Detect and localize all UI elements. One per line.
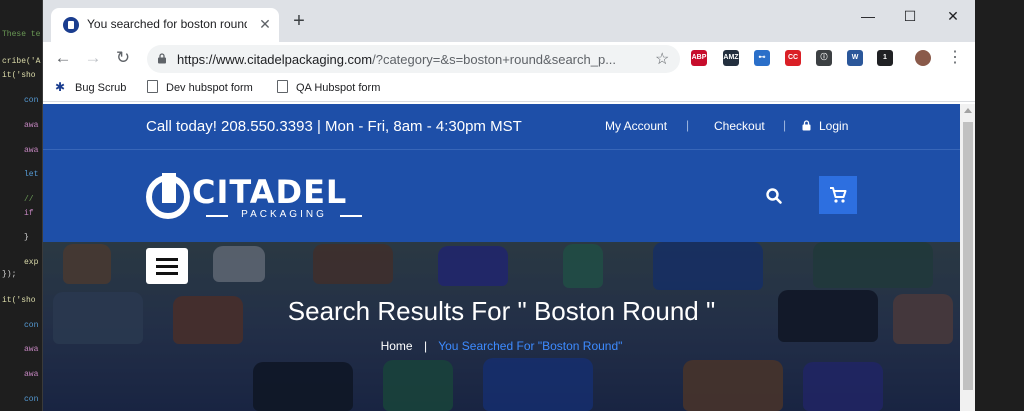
code-line: }: [24, 233, 29, 242]
browser-window: You searched for boston round - ✕ + — ☐ …: [42, 0, 975, 411]
citadel-tower-emblem-icon: [146, 173, 190, 219]
search-icon[interactable]: [765, 187, 783, 205]
citadel-favicon-icon: [63, 17, 79, 33]
info-icon[interactable]: ⓘ: [816, 50, 832, 66]
bug-icon: ✱: [55, 80, 66, 94]
tab-strip: You searched for boston round - ✕ + — ☐ …: [43, 0, 975, 42]
cart-button[interactable]: [819, 176, 857, 214]
code-line: cribe('A: [2, 57, 41, 66]
code-line: con: [24, 395, 39, 404]
url-text: https://www.citadelpackaging.com/?catego…: [177, 52, 637, 67]
code-line: awa: [24, 146, 39, 155]
hamburger-line: [156, 265, 178, 268]
profile-avatar[interactable]: [915, 50, 931, 66]
code-editor-background: These te cribe('A it('sho con awa awa let // if}…: [0, 0, 42, 411]
camera-badge-icon[interactable]: 1: [877, 50, 893, 66]
code-line: con: [24, 321, 39, 330]
minimize-button[interactable]: —: [858, 6, 878, 26]
code-line: let: [24, 170, 39, 179]
my-account-link[interactable]: My Account: [605, 119, 667, 133]
site-header: CITADEL PACKAGING: [43, 151, 960, 242]
address-bar[interactable]: https://www.citadelpackaging.com/?catego…: [147, 45, 680, 73]
bookmark-dev-hubspot[interactable]: Dev hubspot form: [147, 80, 253, 94]
site-top-bar: Call today! 208.550.3393 | Mon - Fri, 8a…: [43, 104, 960, 150]
hamburger-line: [156, 258, 178, 261]
bookmark-label: QA Hubspot form: [296, 82, 381, 94]
page-icon: [147, 80, 158, 93]
login-lock-icon: [802, 120, 811, 131]
back-button[interactable]: ←: [53, 48, 73, 68]
page-scrollbar[interactable]: [960, 104, 975, 411]
logo-wordmark: CITADEL: [192, 173, 348, 211]
hero-banner: Search Results For " Boston Round " Home…: [43, 242, 960, 411]
web-page: Call today! 208.550.3393 | Mon - Fri, 8a…: [43, 104, 960, 411]
hamburger-line: [156, 272, 178, 275]
code-line: awa: [24, 370, 39, 379]
tab-close-icon[interactable]: ✕: [257, 16, 273, 32]
bookmark-label: Dev hubspot form: [166, 82, 253, 94]
code-line: });: [2, 270, 17, 279]
breadcrumb-home-link[interactable]: Home: [381, 339, 413, 353]
reload-button[interactable]: ↻: [113, 48, 133, 68]
checkout-link[interactable]: Checkout: [714, 119, 765, 133]
login-link[interactable]: Login: [819, 119, 848, 133]
new-tab-button[interactable]: +: [289, 11, 309, 32]
browser-menu-icon[interactable]: ⋮: [945, 48, 965, 68]
url-path: /?category=&s=boston+round&search_p...: [372, 52, 617, 67]
creative-cloud-icon[interactable]: CC: [785, 50, 801, 66]
code-line: //: [24, 195, 34, 204]
bookmark-bug-scrub[interactable]: ✱ Bug Scrub: [55, 80, 126, 94]
hamburger-menu-button[interactable]: [146, 248, 188, 284]
bookmarks-bar: ✱ Bug Scrub Dev hubspot form QA Hubspot f…: [43, 74, 975, 102]
citadel-logo[interactable]: CITADEL PACKAGING: [146, 173, 366, 223]
desktop-background-right: [975, 0, 1024, 411]
bookmark-star-icon[interactable]: ☆: [655, 49, 669, 69]
link-separator: |: [686, 118, 690, 132]
scroll-up-arrow-icon[interactable]: [964, 108, 972, 113]
code-line: exp: [24, 258, 39, 267]
code-line: awa: [24, 345, 39, 354]
close-window-button[interactable]: ✕: [943, 6, 963, 26]
breadcrumb-current: You Searched For "Boston Round": [438, 339, 623, 353]
code-line: if: [24, 209, 34, 218]
code-line: it('sho: [2, 296, 36, 305]
call-today-text: Call today! 208.550.3393 | Mon - Fri, 8a…: [146, 118, 522, 135]
amazon-assistant-icon[interactable]: AMZ: [723, 50, 739, 66]
cart-icon: [830, 187, 847, 203]
page-icon: [277, 80, 288, 93]
code-line: con: [24, 96, 39, 105]
bookmark-qa-hubspot[interactable]: QA Hubspot form: [277, 80, 380, 94]
scroll-thumb[interactable]: [963, 122, 973, 390]
code-line: it('sho: [2, 71, 36, 80]
url-host: https://www.citadelpackaging.com: [177, 52, 373, 67]
breadcrumb: Home | You Searched For "Boston Round": [43, 339, 960, 353]
code-line: These te: [2, 30, 41, 39]
forward-button[interactable]: →: [83, 48, 103, 68]
logo-subtitle: PACKAGING: [204, 209, 364, 220]
breadcrumb-separator: |: [423, 339, 428, 353]
office-icon[interactable]: W: [847, 50, 863, 66]
search-results-heading: Search Results For " Boston Round ": [287, 296, 716, 326]
link-separator: |: [783, 118, 787, 132]
tab-title: You searched for boston round -: [87, 17, 247, 31]
browser-tab-active[interactable]: You searched for boston round - ✕: [51, 8, 279, 42]
maximize-button[interactable]: ☐: [900, 6, 920, 26]
code-line: awa: [24, 121, 39, 130]
browser-toolbar: ← → ↻ https://www.citadelpackaging.com/?…: [43, 42, 975, 74]
key-extension-icon[interactable]: ⊷: [754, 50, 770, 66]
adblock-plus-icon[interactable]: ABP: [691, 50, 707, 66]
bookmark-label: Bug Scrub: [75, 82, 127, 94]
lock-icon: [158, 53, 166, 64]
